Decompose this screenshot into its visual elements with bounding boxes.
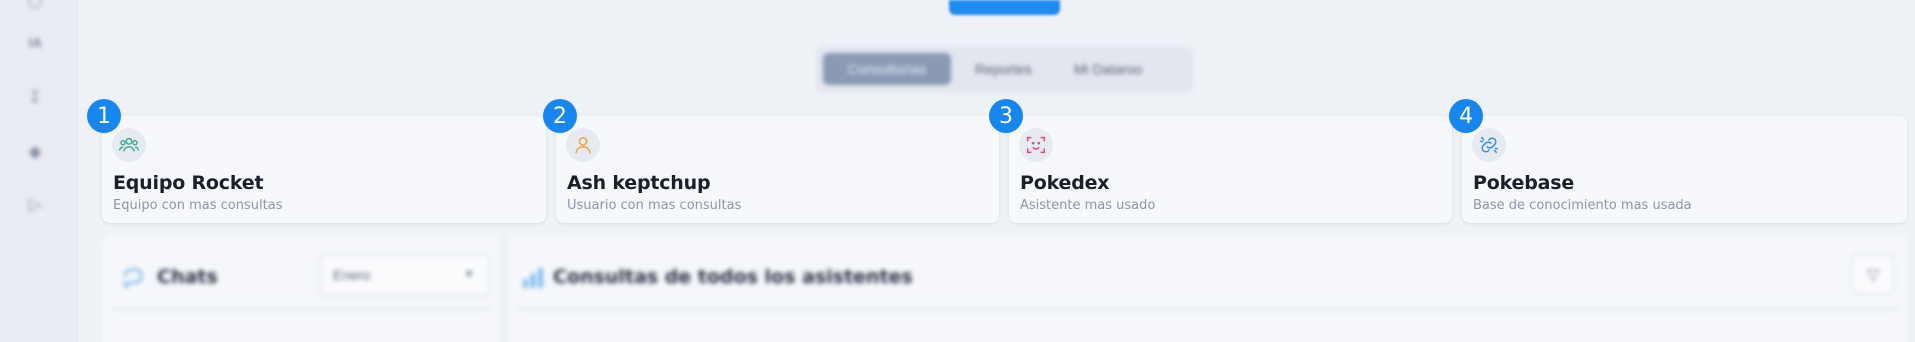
primary-button[interactable]	[949, 0, 1060, 15]
chat-icon	[123, 268, 143, 290]
team-icon	[112, 128, 146, 162]
divider	[112, 308, 490, 310]
month-select[interactable]: Enero ▼	[320, 254, 490, 296]
face-scan-icon	[1019, 128, 1053, 162]
diamond-icon[interactable]: ◆	[22, 139, 48, 165]
play-icon[interactable]: ▷	[22, 192, 48, 218]
left-sidebar: ○ IA ↧ ◆ ▷	[0, 0, 78, 342]
chevron-down-icon: ▼	[463, 267, 475, 281]
card-title: Pokedex	[1020, 172, 1110, 194]
stat-card-knowledge-base: Pokebase Base de conocimiento mas usada	[1462, 116, 1907, 223]
chats-panel: Chats Enero ▼	[102, 234, 500, 342]
stat-card-team: Equipo Rocket Equipo con mas consultas	[102, 116, 546, 223]
chats-title: Chats	[157, 266, 218, 288]
tab-consultorias[interactable]: Consultorías	[823, 53, 951, 85]
download-icon[interactable]: ↧	[22, 85, 48, 111]
user-icon[interactable]: ○	[22, 0, 48, 14]
card-title: Pokebase	[1473, 172, 1575, 194]
step-marker-1: 1	[87, 99, 121, 133]
filter-button[interactable]: ▽	[1852, 254, 1894, 294]
view-tabs: Consultorías Reportes Mi Dataroo	[816, 46, 1194, 92]
consultas-panel: Consultas de todos los asistentes ▽	[508, 234, 1908, 342]
stat-card-user: Ash keptchup Usuario con mas consultas	[556, 116, 999, 223]
step-marker-3: 3	[989, 99, 1023, 133]
card-title: Equipo Rocket	[113, 172, 264, 194]
ia-label: IA	[28, 36, 42, 50]
link-icon	[1472, 128, 1506, 162]
filter-icon: ▽	[1866, 264, 1880, 284]
bar-chart-icon	[523, 268, 543, 288]
tab-reportes[interactable]: Reportes	[957, 53, 1050, 85]
stat-card-assistant: Pokedex Asistente mas usado	[1009, 116, 1452, 223]
user-icon	[566, 128, 600, 162]
card-subtitle: Asistente mas usado	[1020, 198, 1156, 213]
card-subtitle: Equipo con mas consultas	[113, 198, 283, 213]
card-title: Ash keptchup	[567, 172, 711, 194]
step-marker-2: 2	[543, 99, 577, 133]
month-select-value: Enero	[333, 267, 371, 283]
tab-mi-dataroo[interactable]: Mi Dataroo	[1056, 53, 1160, 85]
card-subtitle: Usuario con mas consultas	[567, 198, 742, 213]
consultas-title: Consultas de todos los asistentes	[553, 266, 913, 288]
step-marker-4: 4	[1449, 99, 1483, 133]
card-subtitle: Base de conocimiento mas usada	[1473, 198, 1692, 213]
divider	[518, 308, 1898, 310]
ia-icon[interactable]: IA	[22, 30, 48, 56]
